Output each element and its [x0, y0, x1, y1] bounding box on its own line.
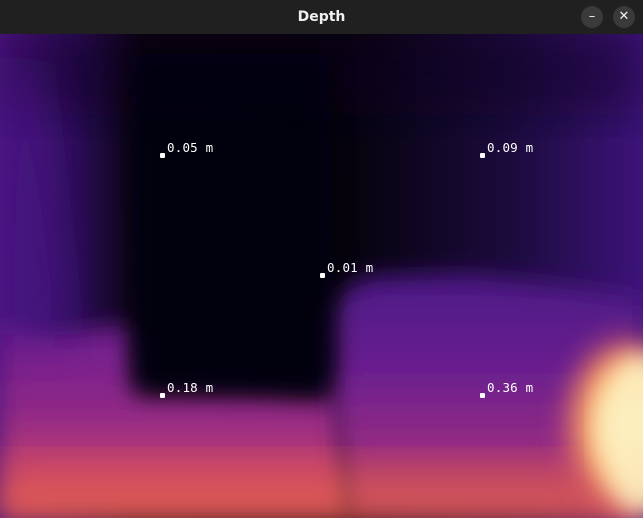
- measurement-dot: [160, 393, 165, 398]
- measurement-label: 0.09 m: [487, 140, 534, 155]
- minimize-icon: –: [588, 9, 596, 24]
- depth-image[interactable]: 0.05 m 0.09 m 0.01 m 0.18 m 0.36 m: [0, 34, 643, 518]
- title-bar[interactable]: Depth – ✕: [0, 0, 643, 34]
- window-title: Depth: [297, 9, 346, 25]
- measurement-label: 0.36 m: [487, 380, 534, 395]
- depth-window: Depth – ✕ 0.05 m 0.09 m 0.01 m 0.18 m 0.…: [0, 0, 643, 518]
- measurement-dot: [480, 393, 485, 398]
- measurement-label: 0.18 m: [167, 380, 214, 395]
- measurement-dot: [320, 273, 325, 278]
- close-button[interactable]: ✕: [613, 6, 635, 28]
- measurement-dot: [480, 153, 485, 158]
- close-icon: ✕: [618, 9, 630, 24]
- measurement-dot: [160, 153, 165, 158]
- minimize-button[interactable]: –: [581, 6, 603, 28]
- measurement-label: 0.05 m: [167, 140, 214, 155]
- measurement-label: 0.01 m: [327, 260, 374, 275]
